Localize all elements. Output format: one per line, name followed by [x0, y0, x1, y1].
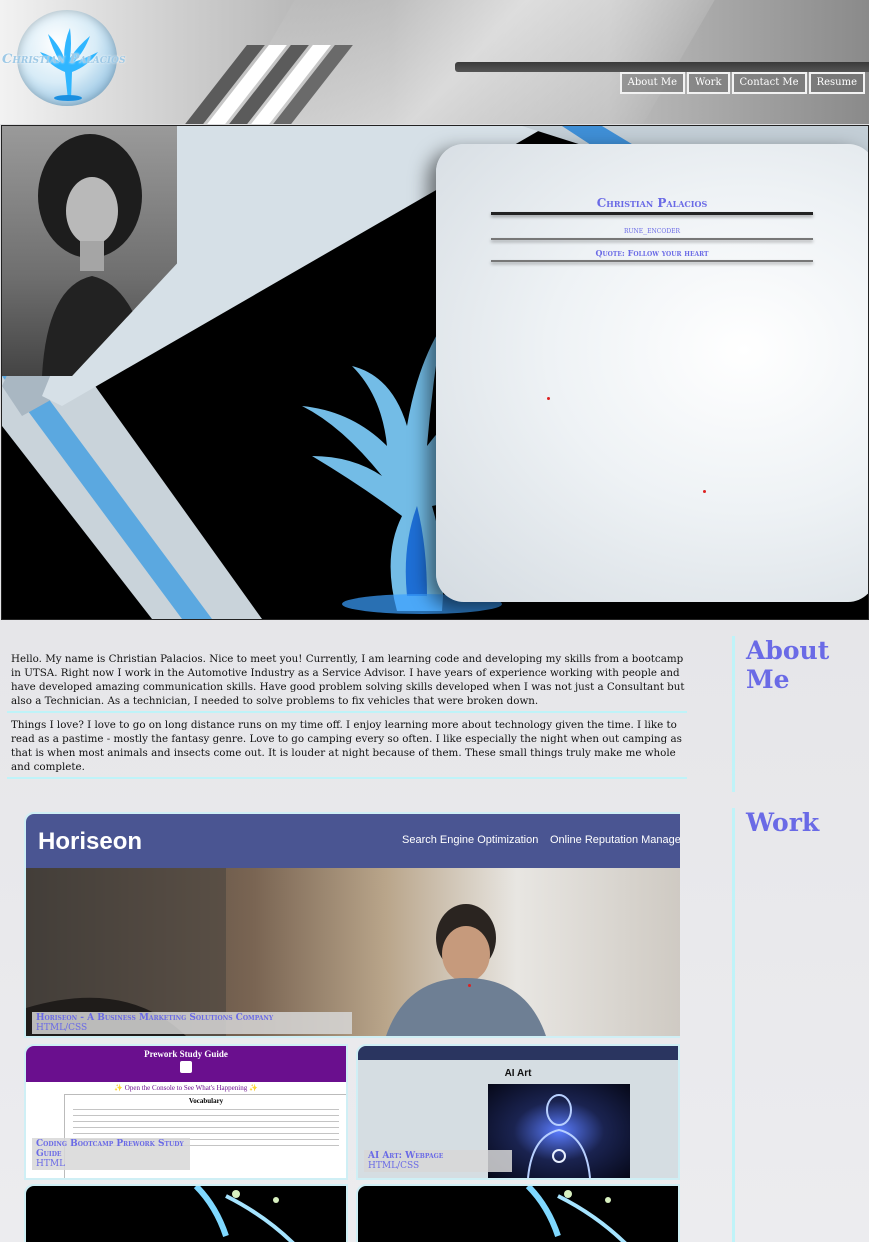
project-title[interactable]: Horiseon - A Business Marketing Solution…: [36, 1013, 348, 1023]
hero-banner: Christian Palacios rune_encoder Quote: F…: [2, 126, 868, 619]
divider: [7, 777, 687, 779]
preview-header: Horiseon Search Engine Optimization Onli…: [26, 814, 680, 868]
nav-resume[interactable]: Resume: [808, 72, 865, 94]
about-paragraph: Things I love? I love to go on long dist…: [11, 719, 682, 773]
about-me-heading: About Me: [746, 636, 830, 694]
divider: [491, 260, 813, 262]
preview-heading: AI Art: [504, 1068, 532, 1079]
project-caption: Coding Bootcamp Prework Study Guide HTML: [32, 1138, 190, 1170]
project-card-partial[interactable]: [24, 1184, 348, 1242]
project-tech: HTML/CSS: [368, 1161, 420, 1171]
tree-branches-icon: [525, 1186, 627, 1242]
project-card-horiseon[interactable]: Horiseon Search Engine Optimization Onli…: [24, 812, 680, 1038]
about-side-rule: [732, 636, 735, 792]
project-title[interactable]: Coding Bootcamp Prework Study Guide: [36, 1139, 186, 1159]
nav-work[interactable]: Work: [687, 72, 730, 94]
project-tech: HTML/CSS: [36, 1023, 88, 1033]
site-logo-text[interactable]: Christian Palacios: [2, 52, 125, 67]
preview-brand: Horiseon: [38, 828, 143, 855]
person-at-desk-icon: [26, 868, 546, 1036]
preview-photo: [26, 868, 680, 1036]
project-caption: AI Art: Webpage HTML/CSS: [364, 1150, 512, 1172]
divider: [491, 212, 813, 215]
preview-subtitle: ✨ Open the Console to See What's Happeni…: [114, 1084, 258, 1092]
preview-heading: Prework Study Guide: [144, 1049, 228, 1059]
profile-quote: Quote: Follow your heart: [595, 248, 709, 258]
work-side-rule: [732, 808, 735, 1242]
project-card-partial[interactable]: [356, 1184, 680, 1242]
main-nav: About Me Work Contact Me Resume: [619, 72, 865, 94]
nav-contact-me[interactable]: Contact Me: [731, 72, 807, 94]
preview-nav-link: Online Reputation Managem: [550, 834, 680, 846]
about-paragraph: Hello. My name is Christian Palacios. Ni…: [11, 653, 685, 707]
divider: [491, 238, 813, 240]
divider: [7, 711, 687, 713]
about-me-text: Hello. My name is Christian Palacios. Ni…: [7, 652, 687, 784]
red-dot: [703, 490, 706, 493]
nav-about-me[interactable]: About Me: [619, 72, 686, 94]
project-title[interactable]: AI Art: Webpage: [368, 1151, 508, 1161]
profile-name: Christian Palacios: [596, 196, 708, 210]
preview-header: [358, 1046, 678, 1060]
work-heading: Work: [746, 808, 820, 837]
preview-box-title: Vocabulary: [188, 1097, 224, 1105]
header-bar: [455, 62, 869, 72]
profile-card: Christian Palacios rune_encoder Quote: F…: [436, 144, 868, 602]
tree-branches-icon: [193, 1186, 295, 1242]
project-caption: Horiseon - A Business Marketing Solution…: [32, 1012, 352, 1034]
project-tech: HTML: [36, 1159, 66, 1169]
red-dot: [468, 984, 471, 987]
red-dot: [547, 397, 550, 400]
project-card-study-guide[interactable]: Prework Study Guide ✨ Open the Console t…: [24, 1044, 348, 1180]
console-icon: [180, 1061, 192, 1073]
preview-header: Prework Study Guide: [26, 1046, 346, 1082]
project-card-ai-art[interactable]: AI Art AI Art: Webpage HTML/CSS: [356, 1044, 680, 1180]
work-grid: Horiseon Search Engine Optimization Onli…: [24, 812, 680, 1242]
site-header: Christian Palacios About Me Work Contact…: [0, 0, 869, 124]
profile-username: rune_encoder: [623, 226, 681, 235]
preview-nav-link: Search Engine Optimization: [402, 834, 539, 846]
